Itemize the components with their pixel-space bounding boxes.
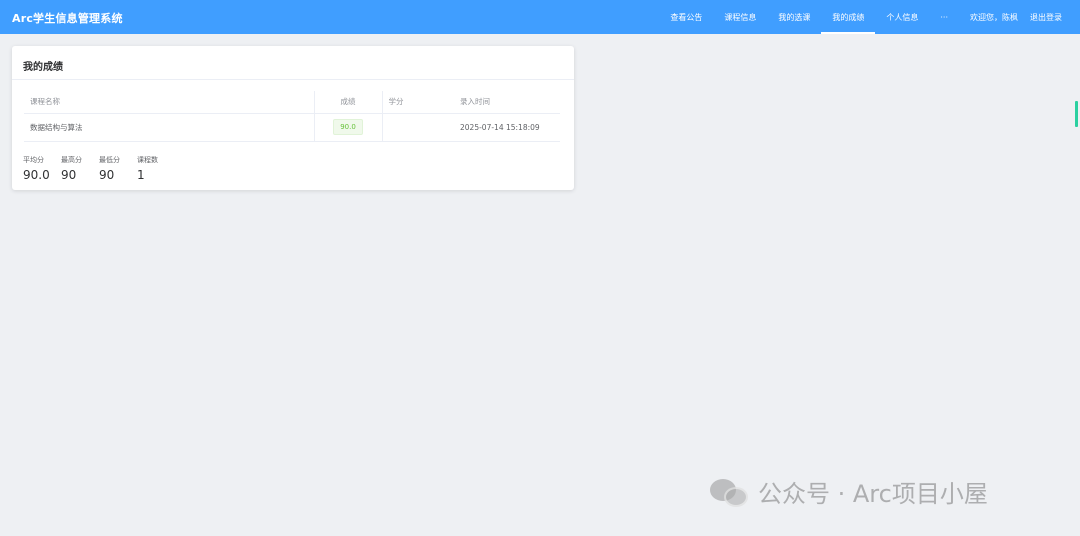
cell-score: 90.0 — [314, 113, 383, 142]
card-title: 我的成绩 — [12, 46, 574, 80]
edge-scroll-marker[interactable] — [1075, 101, 1078, 127]
stat-highest: 最高分 90 — [61, 155, 99, 182]
nav-profile[interactable]: 个人信息 — [875, 0, 929, 34]
watermark: 公众号 · Arc项目小屋 — [710, 474, 988, 509]
table-row: 数据结构与算法 90.0 2025-07-14 15:18:09 — [24, 113, 560, 142]
stat-label: 平均分 — [23, 156, 44, 164]
col-credit: 学分 — [382, 91, 446, 114]
score-tag: 90.0 — [333, 119, 363, 135]
app-title: Arc学生信息管理系统 — [12, 12, 123, 25]
wechat-icon — [710, 475, 750, 509]
nav-my-grades[interactable]: 我的成绩 — [821, 0, 876, 34]
cell-time: 2025-07-14 15:18:09 — [446, 113, 560, 142]
stat-label: 最高分 — [61, 156, 82, 164]
col-score: 成绩 — [314, 91, 383, 114]
watermark-text: 公众号 · Arc项目小屋 — [758, 480, 988, 508]
main-nav: 查看公告 课程信息 我的选课 我的成绩 个人信息 ··· 欢迎您，陈枫 退出登录 — [659, 0, 1080, 34]
top-nav-bar: Arc学生信息管理系统 查看公告 课程信息 我的选课 我的成绩 个人信息 ···… — [0, 0, 1080, 34]
stat-average: 平均分 90.0 — [23, 155, 61, 182]
col-entry-time: 录入时间 — [446, 91, 560, 114]
nav-more-icon[interactable]: ··· — [929, 0, 959, 34]
logout-button[interactable]: 退出登录 — [1024, 0, 1080, 34]
stat-label: 最低分 — [99, 156, 120, 164]
grades-table: 课程名称 成绩 学分 录入时间 数据结构与算法 90.0 2025-07-14 … — [24, 91, 560, 142]
nav-announcements[interactable]: 查看公告 — [659, 0, 713, 34]
table-header-row: 课程名称 成绩 学分 录入时间 — [24, 91, 560, 114]
stat-course-count: 课程数 1 — [137, 155, 175, 182]
stat-label: 课程数 — [137, 156, 158, 164]
stat-value: 90 — [61, 168, 77, 182]
nav-course-info[interactable]: 课程信息 — [713, 0, 767, 34]
cell-credit — [382, 113, 446, 142]
nav-my-courses[interactable]: 我的选课 — [767, 0, 821, 34]
grade-stats: 平均分 90.0 最高分 90 最低分 90 课程数 1 — [23, 155, 175, 182]
welcome-user[interactable]: 欢迎您，陈枫 — [959, 0, 1024, 34]
cell-course: 数据结构与算法 — [24, 113, 315, 142]
stat-value: 1 — [137, 168, 145, 182]
stat-lowest: 最低分 90 — [99, 155, 137, 182]
stat-value: 90 — [99, 168, 115, 182]
stat-value: 90.0 — [23, 168, 50, 182]
col-course-name: 课程名称 — [24, 91, 315, 114]
grades-card: 我的成绩 课程名称 成绩 学分 录入时间 数据结构与算法 90.0 2025-0… — [12, 46, 574, 190]
